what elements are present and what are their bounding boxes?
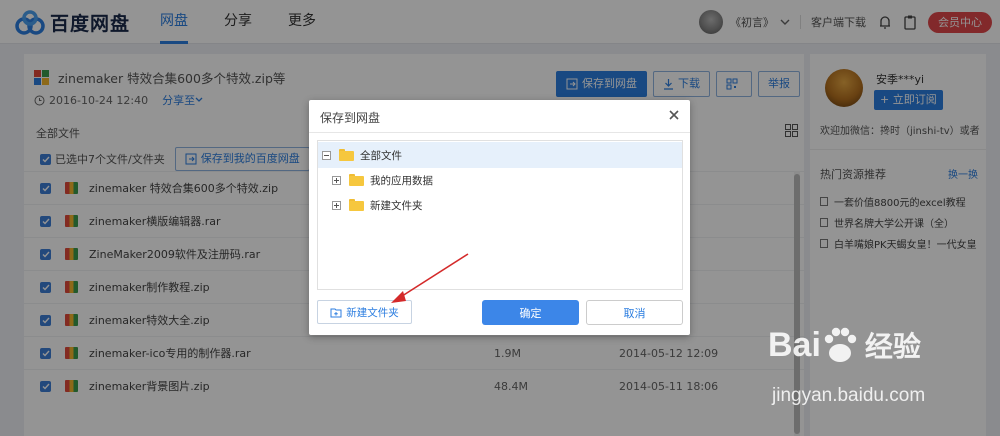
watermark-brand: Bai 经验 <box>768 325 921 365</box>
folder-icon <box>339 149 354 161</box>
collapse-toggle-icon[interactable] <box>322 150 331 160</box>
baidu-jingyan-watermark: Bai 经验 jingyan.baidu.com <box>768 325 993 420</box>
folder-tree: 全部文件 我的应用数据 新建文件夹 <box>317 140 683 290</box>
tree-node-label: 我的应用数据 <box>370 174 433 187</box>
tree-node-label: 新建文件夹 <box>370 199 423 212</box>
folder-icon <box>349 174 364 186</box>
watermark-brand-text: Bai <box>768 325 821 364</box>
expand-toggle-icon[interactable] <box>332 175 341 185</box>
tree-node-app-data[interactable]: 我的应用数据 <box>318 167 682 193</box>
cancel-button[interactable]: 取消 <box>586 300 683 325</box>
add-folder-icon <box>330 308 342 317</box>
watermark-url: jingyan.baidu.com <box>772 385 926 406</box>
paw-logo-icon <box>824 327 857 362</box>
expand-toggle-icon[interactable] <box>332 200 341 210</box>
tree-node-label: 全部文件 <box>360 149 402 162</box>
confirm-button[interactable]: 确定 <box>482 300 579 325</box>
close-icon[interactable] <box>668 109 680 121</box>
save-to-netdisk-dialog: 保存到网盘 全部文件 我的应用数据 新建文件夹 新建文件夹 确定 取消 <box>309 100 690 335</box>
dialog-title: 保存到网盘 <box>320 111 381 125</box>
annotation-arrow <box>391 253 469 303</box>
watermark-brand-suffix: 经验 <box>864 331 921 362</box>
dialog-header: 保存到网盘 <box>309 100 690 133</box>
tree-node-all-files[interactable]: 全部文件 <box>318 142 682 168</box>
tree-node-new-folder[interactable]: 新建文件夹 <box>318 192 682 218</box>
folder-icon <box>349 199 364 211</box>
